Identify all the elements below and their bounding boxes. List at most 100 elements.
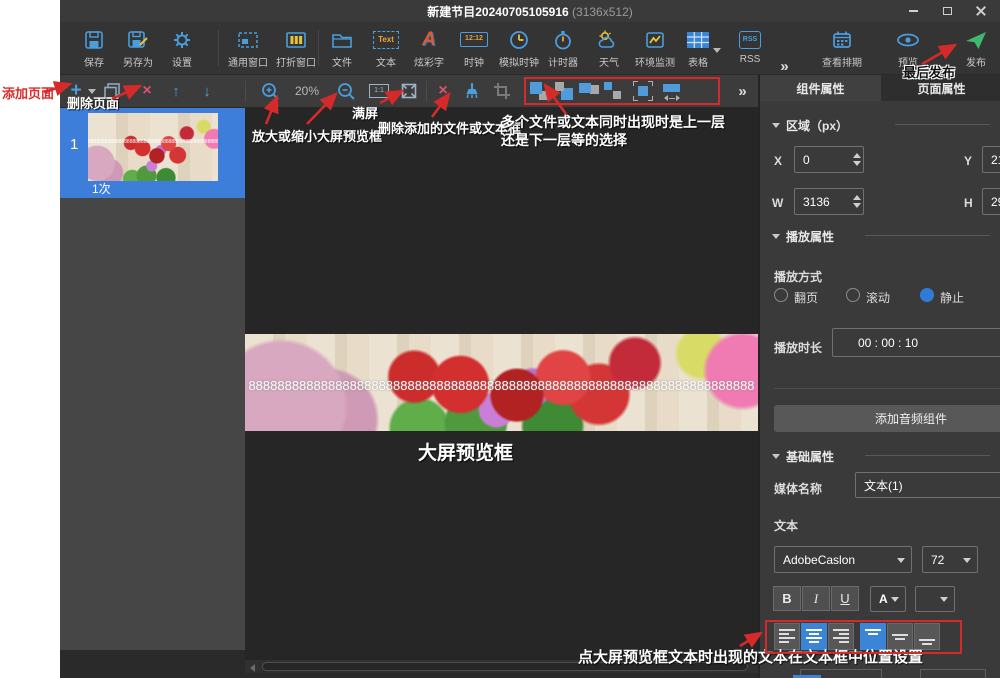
move-page-up-button[interactable]: ↑ <box>165 75 187 107</box>
bold-button[interactable]: B <box>773 586 801 611</box>
font-color-select[interactable]: A <box>870 586 906 612</box>
annotation-big-preview: 大屏预览框 <box>418 438 513 465</box>
settings-label: 设置 <box>154 54 210 69</box>
minimize-button[interactable] <box>898 0 928 22</box>
radio-scroll[interactable] <box>846 288 860 302</box>
minimize-icon <box>909 10 918 12</box>
annotation-align-note: 点大屏预览框文本时出现的文本在文本框中位置设置 <box>578 646 923 667</box>
page-thumbnail[interactable]: 8888888888888888888888888888888888888888… <box>88 113 218 181</box>
screenshot-root: 新建节目20240705105916 (3136x512) 保存 另存为 设置 <box>0 0 1000 678</box>
editbar-more-button[interactable]: » <box>730 75 754 107</box>
table-dropdown-caret[interactable] <box>713 40 721 58</box>
send-to-back-button[interactable] <box>601 75 625 107</box>
calendar-icon <box>811 26 873 53</box>
collapse-icon <box>772 454 780 459</box>
align-middle-icon <box>892 629 908 645</box>
align-right-icon <box>833 629 849 645</box>
page-play-count: 1次 <box>92 180 111 197</box>
font-family-select[interactable]: AdobeCaslon <box>774 546 912 573</box>
page-list-item[interactable]: 1 88888888888888888888888888888888888888… <box>60 108 245 198</box>
region-y-input[interactable]: 213 <box>982 146 1000 173</box>
play-duration-label: 播放时长 <box>774 339 822 356</box>
close-button[interactable] <box>966 0 996 22</box>
partial-control <box>920 669 986 678</box>
basic-section-header[interactable]: 基础属性 <box>772 448 834 465</box>
maximize-button[interactable] <box>932 0 962 22</box>
delete-page-button[interactable]: × <box>136 75 158 107</box>
media-name-input[interactable]: 文本(1) <box>855 472 1000 498</box>
region-h-input[interactable]: 299 <box>982 188 1000 215</box>
annotation-full-screen: 满屏 <box>352 103 378 122</box>
broom-icon <box>462 81 482 101</box>
toolbar-separator <box>245 81 246 102</box>
scroll-left-icon[interactable] <box>250 664 255 672</box>
gear-icon <box>154 26 210 53</box>
maximize-icon <box>943 7 952 15</box>
more-icon: » <box>738 83 745 100</box>
align-bottom-icon <box>919 629 935 645</box>
stretch-width-button[interactable] <box>660 75 684 107</box>
more-icon: » <box>780 58 787 75</box>
spin-down-icon[interactable] <box>853 203 861 208</box>
schedule-label: 查看排期 <box>811 54 873 69</box>
settings-button[interactable]: 设置 <box>154 26 210 69</box>
close-icon <box>976 6 986 16</box>
delete-media-button[interactable]: × <box>432 75 454 107</box>
schedule-button[interactable]: 查看排期 <box>811 26 873 69</box>
radio-flip[interactable] <box>774 288 788 302</box>
screen-preview-image[interactable]: 8888888888888888888888888888888888888888… <box>245 334 758 431</box>
add-audio-button[interactable]: 添加音频组件 <box>774 405 1000 432</box>
radio-static[interactable] <box>920 288 934 302</box>
page-list: 1 88888888888888888888888888888888888888… <box>60 108 245 650</box>
region-section-header[interactable]: 区域（px） <box>772 117 848 134</box>
stage-canvas[interactable]: 8888888888888888888888888888888888888888… <box>245 108 758 660</box>
eye-icon <box>880 26 936 53</box>
spin-down-icon[interactable] <box>853 161 861 166</box>
spin-up-icon[interactable] <box>853 195 861 200</box>
annotation-delete-file: 删除添加的文件或文本框 <box>378 118 521 137</box>
play-duration-input[interactable]: 00 : 00 : 10 <box>832 328 1000 357</box>
italic-button[interactable]: I <box>802 586 830 611</box>
program-name: 新建节目20240705105916 <box>427 5 568 19</box>
region-x-label: X <box>774 154 782 168</box>
stretch-width-icon <box>662 81 682 101</box>
region-y-label: Y <box>964 154 972 168</box>
zoom-level-value[interactable]: 20% <box>292 75 322 107</box>
fit-screen-button[interactable] <box>396 75 422 107</box>
window-title: 新建节目20240705105916 (3136x512) <box>330 3 730 20</box>
radio-scroll-label[interactable]: 滚动 <box>866 289 890 306</box>
section-divider <box>774 388 1000 389</box>
align-left-icon <box>779 629 795 645</box>
region-h-label: H <box>964 196 973 210</box>
zoom-in-button[interactable] <box>258 75 282 107</box>
region-w-input[interactable]: 3136 <box>794 188 864 215</box>
fill-region-button[interactable] <box>631 75 655 107</box>
background-color-select[interactable] <box>915 586 955 612</box>
region-x-input[interactable]: 0 <box>794 146 864 173</box>
publish-button[interactable]: 发布 <box>948 26 1000 69</box>
move-page-down-button[interactable]: ↓ <box>196 75 218 107</box>
playback-section-header[interactable]: 播放属性 <box>772 228 834 245</box>
clear-button[interactable] <box>460 75 484 107</box>
radio-flip-label[interactable]: 翻页 <box>794 289 818 306</box>
font-size-select[interactable]: 72 <box>922 546 978 573</box>
bring-to-front-button[interactable] <box>577 75 601 107</box>
crop-button[interactable] <box>490 75 514 107</box>
rss-button[interactable]: RSS RSS <box>722 26 778 65</box>
send-backward-button[interactable] <box>552 75 576 107</box>
radio-static-label[interactable]: 静止 <box>940 289 964 306</box>
play-mode-label: 播放方式 <box>774 268 822 285</box>
spin-up-icon[interactable] <box>853 153 861 158</box>
chevron-down-icon <box>897 558 905 563</box>
title-bar: 新建节目20240705105916 (3136x512) <box>60 0 1000 22</box>
page-number: 1 <box>70 136 78 153</box>
chevron-down-icon <box>713 48 721 53</box>
media-name-label: 媒体名称 <box>774 480 822 497</box>
section-divider <box>895 124 990 125</box>
preview-text-overlay[interactable]: 8888888888888888888888888888888888888888… <box>245 378 758 393</box>
edit-toolbar: + × ↑ ↓ 20% 1:1 × <box>60 75 758 108</box>
section-divider <box>865 455 990 456</box>
bring-forward-button[interactable] <box>527 75 551 107</box>
underline-button[interactable]: U <box>831 586 859 611</box>
tab-component-properties[interactable]: 组件属性 <box>760 75 881 101</box>
